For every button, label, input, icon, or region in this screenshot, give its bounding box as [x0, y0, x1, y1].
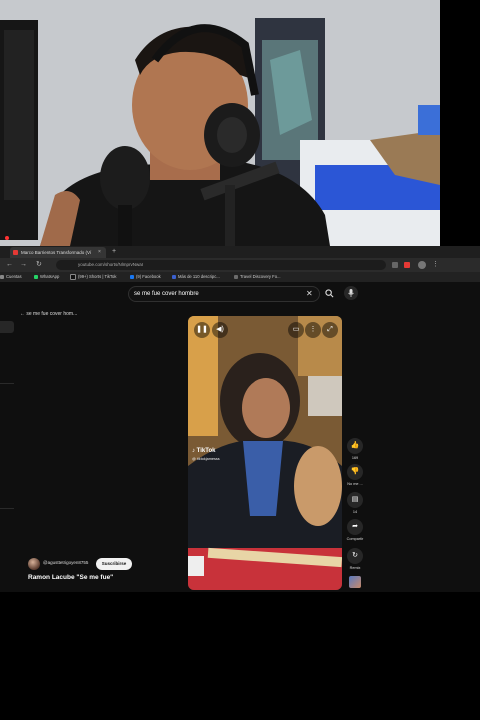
profile-avatar[interactable] — [418, 261, 426, 269]
youtube-icon — [13, 250, 18, 255]
browser-window: Marco Barrientos Transformado (Ví × + ← … — [0, 246, 480, 592]
tiktok-icon: ♪ — [192, 448, 195, 454]
channel-name[interactable]: @agusttetrigoyen8755 — [43, 560, 88, 565]
back-icon[interactable]: ← — [6, 258, 13, 272]
bookmark-icon — [234, 274, 238, 279]
channel-avatar[interactable] — [28, 558, 40, 570]
tiktok-watermark: ♪ TikTok — [192, 448, 216, 454]
tiktok-icon — [70, 273, 76, 280]
mic-icon — [348, 289, 354, 297]
bookmark-item[interactable]: Cuentas — [0, 272, 22, 282]
back-to-results-link[interactable]: ← se me fue cover hom... — [20, 311, 77, 317]
dislike-button[interactable]: 👎 — [347, 464, 363, 480]
sound-thumbnail[interactable] — [349, 576, 361, 588]
reload-icon[interactable]: ↻ — [36, 258, 42, 272]
extension-icon[interactable] — [392, 262, 398, 268]
more-options-icon[interactable]: ⋮ — [305, 322, 321, 338]
divider — [0, 383, 14, 384]
bookmark-item[interactable]: Travel Discovery Fo... — [234, 272, 281, 282]
bookmark-item[interactable]: (9) Facebook — [130, 272, 161, 282]
volume-icon[interactable]: ◀) — [212, 322, 228, 338]
url-text: youtube.com/shorts/NlmprvNwaI — [78, 262, 144, 267]
like-count: 169 — [351, 456, 359, 460]
shorts-player[interactable]: ❚❚ ◀) ▭ ⋮ ⤢ ♪ TikTok @ tiktokjamesss — [188, 316, 342, 590]
shirt — [243, 441, 283, 516]
back-arrow-icon: ← — [20, 311, 25, 317]
extension-icon[interactable] — [404, 262, 410, 268]
caption-icon[interactable]: ▭ — [288, 322, 304, 338]
menu-dots-icon[interactable]: ⋮ — [432, 258, 439, 272]
search-button[interactable] — [321, 286, 337, 302]
bookmark-icon — [0, 274, 4, 279]
remix-label: Remix — [349, 566, 361, 570]
tab-title: Marco Barrientos Transformado (Ví — [21, 250, 92, 255]
divider — [0, 508, 14, 509]
facebook-icon — [130, 274, 134, 279]
bookmark-item[interactable]: Más de 110 descripc... — [172, 272, 220, 282]
bookmark-icon — [172, 274, 176, 279]
share-icon: ➦ — [352, 523, 358, 530]
subscribe-button[interactable]: Suscribirse — [96, 558, 132, 570]
search-input[interactable]: se me fue cover hombre ✕ — [128, 286, 320, 302]
remix-button[interactable]: ↻ — [347, 548, 363, 564]
comment-icon: ▤ — [351, 496, 359, 503]
side-panel-tab[interactable] — [0, 321, 14, 333]
search-icon — [324, 289, 333, 298]
new-tab-button[interactable]: + — [112, 246, 116, 257]
dislike-label: No me ... — [347, 482, 363, 486]
browser-tab[interactable]: Marco Barrientos Transformado (Ví × — [10, 247, 106, 258]
share-button[interactable]: ➦ — [347, 519, 363, 535]
face — [242, 378, 290, 438]
share-label: Compartir — [346, 537, 364, 541]
whatsapp-icon — [34, 274, 38, 279]
video-title[interactable]: Ramon Lacube "Se me fue" — [28, 574, 113, 581]
search-query: se me fue cover hombre — [134, 291, 199, 297]
browser-toolbar: ← → ↻ youtube.com/shorts/NlmprvNwaI ⋮ — [0, 258, 480, 272]
bookmark-item[interactable]: (99+) Shorts | TikTok — [70, 272, 116, 282]
comments-button[interactable]: ▤ — [347, 492, 363, 508]
pause-icon[interactable]: ❚❚ — [194, 322, 210, 338]
tiktok-username: @ tiktokjamesss — [192, 457, 220, 461]
address-bar[interactable]: youtube.com/shorts/NlmprvNwaI — [56, 260, 386, 270]
tab-strip: Marco Barrientos Transformado (Ví × + — [0, 246, 480, 258]
forward-icon[interactable]: → — [20, 258, 27, 272]
microphone — [100, 146, 150, 210]
bookmarks-bar: Cuentas WhatsApp (99+) Shorts | TikTok (… — [0, 272, 480, 282]
black-bar — [440, 0, 480, 246]
like-button[interactable]: 👍 — [347, 438, 363, 454]
webcam-feed — [0, 0, 440, 246]
thumbs-up-icon: 👍 — [350, 442, 360, 449]
bookmark-item[interactable]: WhatsApp — [34, 272, 59, 282]
fullscreen-icon[interactable]: ⤢ — [322, 322, 338, 338]
thumbs-down-icon: 👎 — [350, 468, 360, 475]
voice-search-button[interactable] — [344, 286, 358, 300]
remix-icon: ↻ — [352, 552, 358, 559]
clear-search-icon[interactable]: ✕ — [306, 287, 313, 301]
webcam-scene — [0, 0, 440, 246]
close-tab-icon[interactable]: × — [98, 247, 101, 258]
comment-count: 14 — [352, 510, 358, 514]
